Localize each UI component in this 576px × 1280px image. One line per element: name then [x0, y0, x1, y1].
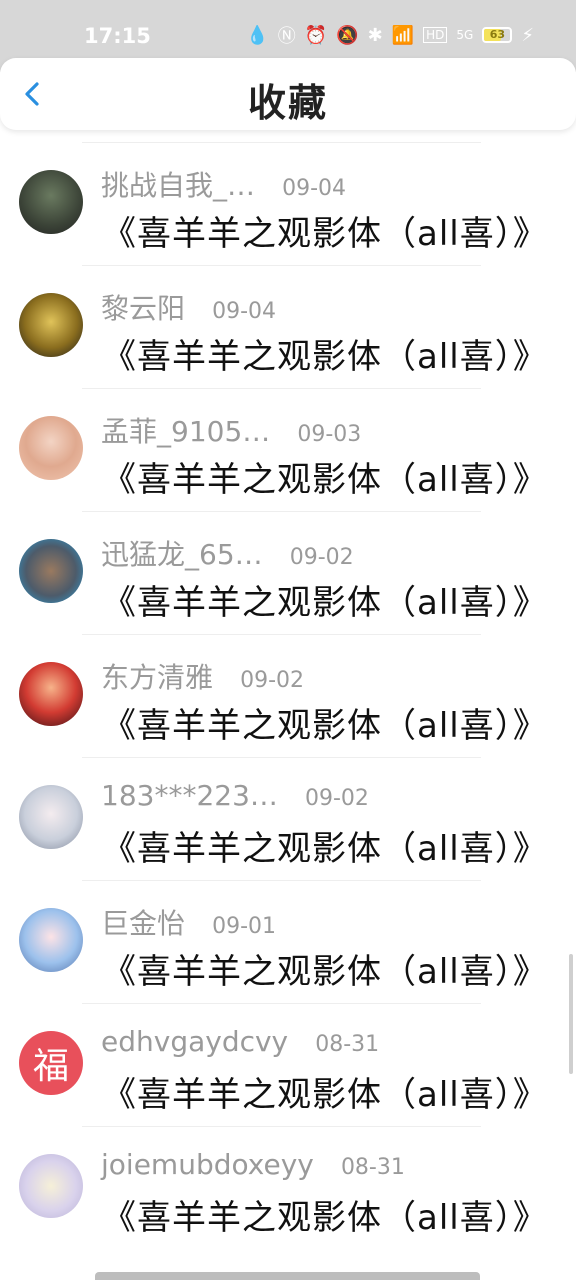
collection-title[interactable]: 《喜羊羊之观影体（all喜）》: [102, 698, 548, 747]
avatar[interactable]: [19, 662, 83, 726]
list-item[interactable]: 183***223… 09-02 《喜羊羊之观影体（all喜）》: [0, 757, 576, 880]
status-time: 17:15: [84, 24, 151, 48]
list-item[interactable]: 迅猛龙_65… 09-02 《喜羊羊之观影体（all喜）》: [0, 511, 576, 634]
collection-title[interactable]: 《喜羊羊之观影体（all喜）》: [102, 452, 548, 501]
divider: [82, 880, 481, 881]
avatar[interactable]: 福: [19, 1031, 83, 1095]
collection-title[interactable]: 《喜羊羊之观影体（all喜）》: [102, 1067, 548, 1116]
user-name[interactable]: 迅猛龙_65…: [101, 538, 263, 571]
post-date: 09-01: [212, 914, 277, 939]
user-name[interactable]: 东方清雅: [101, 661, 213, 694]
list-item[interactable]: 东方清雅 09-02 《喜羊羊之观影体（all喜）》: [0, 634, 576, 757]
post-date: 08-31: [340, 1155, 405, 1180]
list-item[interactable]: 黎云阳 09-04 《喜羊羊之观影体（all喜）》: [0, 265, 576, 388]
divider: [82, 142, 481, 143]
hd-icon: HD: [423, 27, 448, 43]
avatar[interactable]: [19, 293, 83, 357]
favorites-list: 挑战自我_… 09-04 《喜羊羊之观影体（all喜）》 黎云阳 09-04 《…: [0, 142, 576, 1249]
avatar[interactable]: [19, 908, 83, 972]
collection-title[interactable]: 《喜羊羊之观影体（all喜）》: [102, 1190, 548, 1239]
user-name[interactable]: 孟菲_9105…: [101, 415, 270, 448]
post-date: 08-31: [315, 1032, 380, 1057]
divider: [82, 1126, 481, 1127]
battery-icon: 63: [482, 27, 513, 43]
signal-icon: 5G: [456, 28, 474, 42]
post-date: 09-04: [212, 299, 277, 324]
avatar[interactable]: [19, 1154, 83, 1218]
avatar[interactable]: [19, 416, 83, 480]
divider: [82, 511, 481, 512]
charging-icon: ⚡: [521, 24, 534, 46]
avatar[interactable]: [19, 170, 83, 234]
post-date: 09-03: [297, 422, 362, 447]
user-name[interactable]: edhvgaydcvy: [101, 1025, 288, 1058]
list-item[interactable]: 福 edhvgaydcvy 08-31 《喜羊羊之观影体（all喜）》: [0, 1003, 576, 1126]
nfc-icon: Ⓝ: [277, 26, 296, 47]
list-item[interactable]: joiemubdoxeyy 08-31 《喜羊羊之观影体（all喜）》: [0, 1126, 576, 1249]
bluetooth-icon: ✱: [367, 24, 383, 46]
list-item[interactable]: 巨金怡 09-01 《喜羊羊之观影体（all喜）》: [0, 880, 576, 1003]
divider: [82, 757, 481, 758]
list-item[interactable]: 挑战自我_… 09-04 《喜羊羊之观影体（all喜）》: [0, 142, 576, 265]
collection-title[interactable]: 《喜羊羊之观影体（all喜）》: [102, 944, 548, 993]
divider: [82, 265, 481, 266]
user-name[interactable]: 挑战自我_…: [101, 169, 255, 202]
alarm-icon: ⏰: [304, 24, 328, 46]
post-date: 09-02: [240, 668, 305, 693]
wifi-icon: 📶: [391, 24, 415, 46]
user-name[interactable]: 183***223…: [101, 779, 278, 812]
post-date: 09-02: [289, 545, 354, 570]
status-icons: 💧 Ⓝ ⏰ 🔕 ✱ 📶 HD 5G 63 ⚡: [246, 22, 534, 48]
mute-icon: 🔕: [336, 24, 359, 46]
user-name[interactable]: 黎云阳: [101, 292, 185, 325]
collection-title[interactable]: 《喜羊羊之观影体（all喜）》: [102, 206, 548, 255]
collection-title[interactable]: 《喜羊羊之观影体（all喜）》: [102, 329, 548, 378]
user-name[interactable]: 巨金怡: [101, 907, 185, 940]
collection-title[interactable]: 《喜羊羊之观影体（all喜）》: [102, 575, 548, 624]
header: 收藏: [0, 58, 576, 130]
gesture-bar: [95, 1272, 480, 1280]
post-date: 09-04: [282, 176, 347, 201]
avatar-glyph: 福: [32, 1046, 69, 1087]
scrollbar[interactable]: [569, 954, 573, 1074]
page-title: 收藏: [247, 81, 328, 125]
user-name[interactable]: joiemubdoxeyy: [101, 1148, 314, 1181]
collection-title[interactable]: 《喜羊羊之观影体（all喜）》: [102, 821, 548, 870]
avatar[interactable]: [19, 785, 83, 849]
drop-icon: 💧: [246, 24, 269, 46]
list-item[interactable]: 孟菲_9105… 09-03 《喜羊羊之观影体（all喜）》: [0, 388, 576, 511]
divider: [82, 388, 481, 389]
divider: [82, 1003, 481, 1004]
post-date: 09-02: [304, 786, 369, 811]
battery-level: 63: [489, 28, 506, 41]
divider: [82, 634, 481, 635]
avatar[interactable]: [19, 539, 83, 603]
